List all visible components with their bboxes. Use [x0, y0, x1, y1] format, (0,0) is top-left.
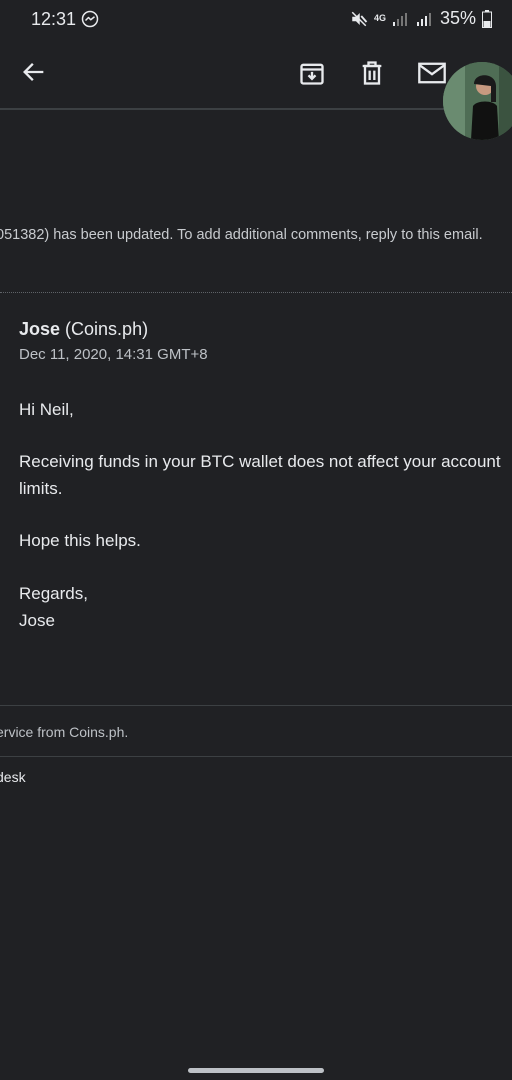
signal-icon — [392, 12, 407, 26]
greeting: Hi Neil, — [19, 400, 74, 419]
signature: Jose — [19, 611, 55, 630]
archive-icon[interactable] — [298, 59, 326, 87]
sign-off: Regards, Jose — [19, 580, 504, 634]
regards: Regards, — [19, 584, 88, 603]
footer-divider-top — [0, 705, 512, 706]
message-divider — [0, 292, 512, 293]
trash-icon[interactable] — [358, 59, 386, 87]
email-snippet: 051382) has been updated. To add additio… — [0, 227, 483, 243]
body-paragraph: Receiving funds in your BTC wallet does … — [19, 452, 501, 498]
avatar[interactable] — [443, 62, 512, 140]
mail-icon[interactable] — [417, 59, 447, 87]
battery-percent: 35% — [439, 8, 476, 28]
sender-org: (Coins.ph) — [65, 319, 149, 339]
mute-vibrate-icon — [351, 11, 368, 26]
message-date: Dec 11, 2020, 14:31 GMT+8 — [19, 346, 208, 363]
battery-icon — [482, 9, 492, 28]
closing-line: Hope this helps. — [19, 531, 141, 550]
messenger-icon — [81, 10, 99, 28]
status-icons: 4G 35% — [350, 8, 492, 29]
footer-desk-text: desk — [0, 769, 26, 785]
back-arrow-icon[interactable] — [20, 58, 48, 86]
sender-line[interactable]: Jose (Coins.ph) — [19, 319, 148, 340]
signal-icon-2 — [416, 12, 431, 26]
sender-name: Jose — [19, 319, 61, 339]
footer-service-text: ervice from Coins.ph. — [0, 724, 129, 740]
status-bar: 12:31 4G 35% — [0, 0, 512, 40]
app-bar-divider — [0, 108, 470, 110]
footer-divider-bottom — [0, 756, 512, 757]
network-type-label: 4G — [373, 13, 386, 23]
avatar-photo — [443, 62, 512, 140]
home-indicator[interactable] — [188, 1068, 324, 1073]
status-time: 12:31 — [31, 9, 77, 29]
